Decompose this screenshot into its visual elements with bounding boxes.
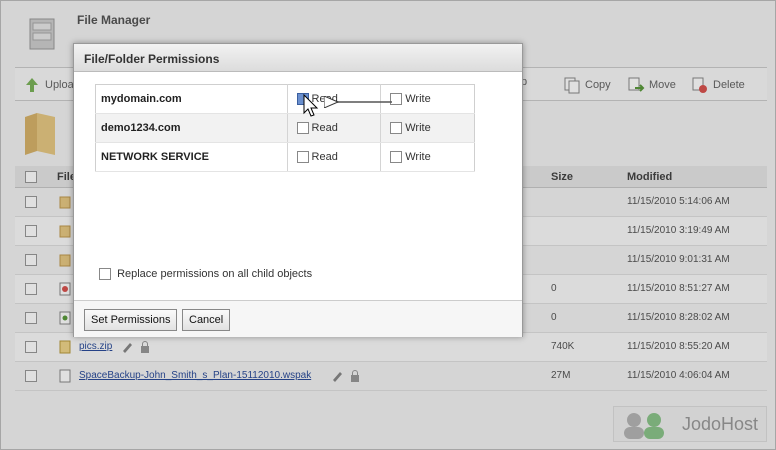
replace-permissions-option[interactable]: Replace permissions on all child objects [99, 268, 313, 281]
mouse-cursor-icon [303, 94, 319, 117]
permission-row: NETWORK SERVICE Read Write [95, 142, 475, 172]
dialog-footer: Set Permissions Cancel [74, 300, 522, 337]
user-name: mydomain.com [95, 84, 288, 114]
write-label: Write [405, 150, 431, 163]
cancel-button[interactable]: Cancel [182, 309, 231, 331]
write-permission[interactable]: Write [380, 142, 475, 172]
write-checkbox[interactable] [390, 122, 403, 135]
replace-label: Replace permissions on all child objects [117, 268, 313, 280]
write-permission[interactable]: Write [380, 84, 475, 114]
set-permissions-button[interactable]: Set Permissions [84, 309, 178, 331]
write-checkbox[interactable] [390, 151, 403, 164]
drag-arrow-icon [324, 96, 392, 108]
permissions-table: mydomain.com Read Write demo1234.com Rea… [95, 84, 475, 172]
read-checkbox[interactable] [296, 122, 309, 135]
permission-row: demo1234.com Read Write [95, 113, 475, 143]
permissions-dialog: File/Folder Permissions mydomain.com Rea… [73, 43, 523, 337]
dialog-title: File/Folder Permissions [74, 44, 522, 72]
read-label: Read [311, 150, 338, 163]
user-name: demo1234.com [95, 113, 288, 143]
read-checkbox[interactable] [296, 151, 309, 164]
read-label: Read [311, 121, 338, 134]
user-name: NETWORK SERVICE [95, 142, 288, 172]
permission-row: mydomain.com Read Write [95, 84, 475, 114]
replace-checkbox[interactable] [99, 268, 111, 281]
write-label: Write [405, 92, 431, 105]
write-label: Write [405, 121, 431, 134]
write-permission[interactable]: Write [380, 113, 475, 143]
read-permission[interactable]: Read [287, 142, 382, 172]
